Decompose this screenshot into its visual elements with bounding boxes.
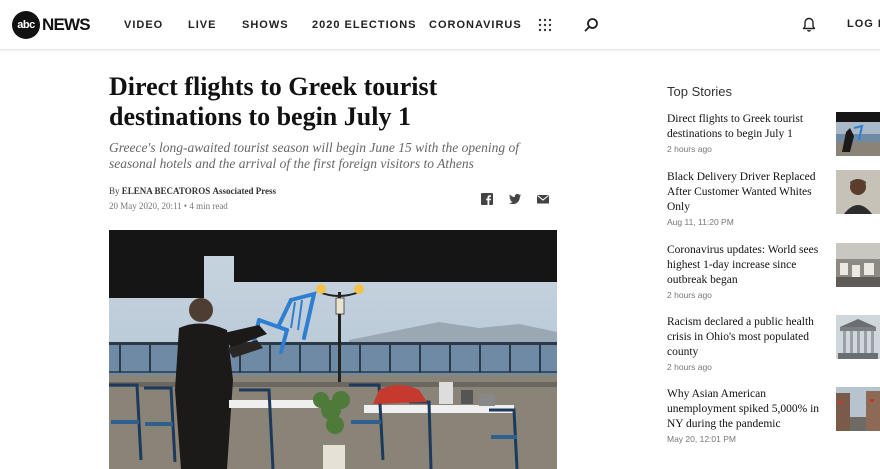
- email-icon[interactable]: [536, 192, 550, 206]
- story-thumbnail[interactable]: [836, 170, 880, 214]
- story-time: Aug 11, 11:20 PM: [667, 217, 734, 227]
- story-title[interactable]: Black Delivery Driver Replaced After Cus…: [667, 170, 829, 215]
- byline-prefix: By: [109, 186, 120, 196]
- story-title[interactable]: Direct flights to Greek tourist destinat…: [667, 112, 829, 142]
- story-thumbnail-image: [836, 315, 880, 359]
- article-dek: Greece's long-awaited tourist season wil…: [109, 140, 519, 171]
- site-header: abc NEWS VIDEO LIVE SHOWS 2020 ELECTIONS…: [0, 0, 880, 50]
- abc-news-logo[interactable]: abc NEWS: [12, 11, 91, 39]
- article-source: Associated Press: [212, 186, 277, 196]
- story-time: 2 hours ago: [667, 362, 712, 372]
- hero-photo: [109, 230, 557, 469]
- top-story-item[interactable]: Black Delivery Driver Replaced After Cus…: [667, 170, 880, 227]
- logo-wordmark: NEWS: [42, 15, 91, 34]
- abc-logo-badge: abc: [12, 11, 40, 39]
- story-title[interactable]: Racism declared a public health crisis i…: [667, 315, 829, 360]
- story-thumbnail[interactable]: [836, 387, 880, 431]
- story-thumbnail-image: [836, 112, 880, 156]
- read-time: • 4 min read: [183, 201, 228, 211]
- story-time: May 20, 12:01 PM: [667, 434, 736, 444]
- story-thumbnail[interactable]: [836, 112, 880, 156]
- top-story-item[interactable]: Racism declared a public health crisis i…: [667, 315, 880, 372]
- nav-video[interactable]: VIDEO: [124, 19, 163, 31]
- nav-2020-elections[interactable]: 2020 ELECTIONS: [312, 19, 416, 31]
- top-story-item[interactable]: Coronavirus updates: World sees highest …: [667, 243, 880, 300]
- story-title[interactable]: Why Asian American unemployment spiked 5…: [667, 387, 829, 432]
- hero-photo-illustration: [109, 230, 557, 469]
- article-headline: Direct flights to Greek tourist destinat…: [109, 72, 438, 131]
- login-link[interactable]: LOG IN: [847, 18, 880, 30]
- author-name[interactable]: ELENA BECATOROS: [122, 186, 210, 196]
- top-stories-heading: Top Stories: [667, 84, 733, 99]
- story-thumbnail-image: [836, 243, 880, 287]
- publish-date: 20 May 2020, 20:11: [109, 201, 182, 211]
- top-story-item[interactable]: Direct flights to Greek tourist destinat…: [667, 112, 880, 156]
- story-title[interactable]: Coronavirus updates: World sees highest …: [667, 243, 829, 288]
- story-thumbnail-image: [836, 170, 880, 214]
- story-thumbnail[interactable]: [836, 315, 880, 359]
- article-byline: By ELENA BECATOROS Associated Press: [109, 186, 276, 196]
- story-thumbnail[interactable]: [836, 243, 880, 287]
- search-icon[interactable]: [584, 17, 599, 32]
- nav-live[interactable]: LIVE: [188, 19, 216, 31]
- grid-menu-icon[interactable]: [538, 18, 552, 32]
- top-story-item[interactable]: Why Asian American unemployment spiked 5…: [667, 387, 880, 444]
- story-thumbnail-image: [836, 387, 880, 431]
- story-time: 2 hours ago: [667, 290, 712, 300]
- nav-shows[interactable]: SHOWS: [242, 19, 289, 31]
- facebook-icon[interactable]: [480, 192, 494, 206]
- nav-coronavirus[interactable]: CORONAVIRUS: [429, 19, 522, 31]
- article-dateline: 20 May 2020, 20:11 • 4 min read: [109, 201, 228, 211]
- bell-icon[interactable]: [802, 17, 816, 33]
- twitter-icon[interactable]: [508, 192, 522, 206]
